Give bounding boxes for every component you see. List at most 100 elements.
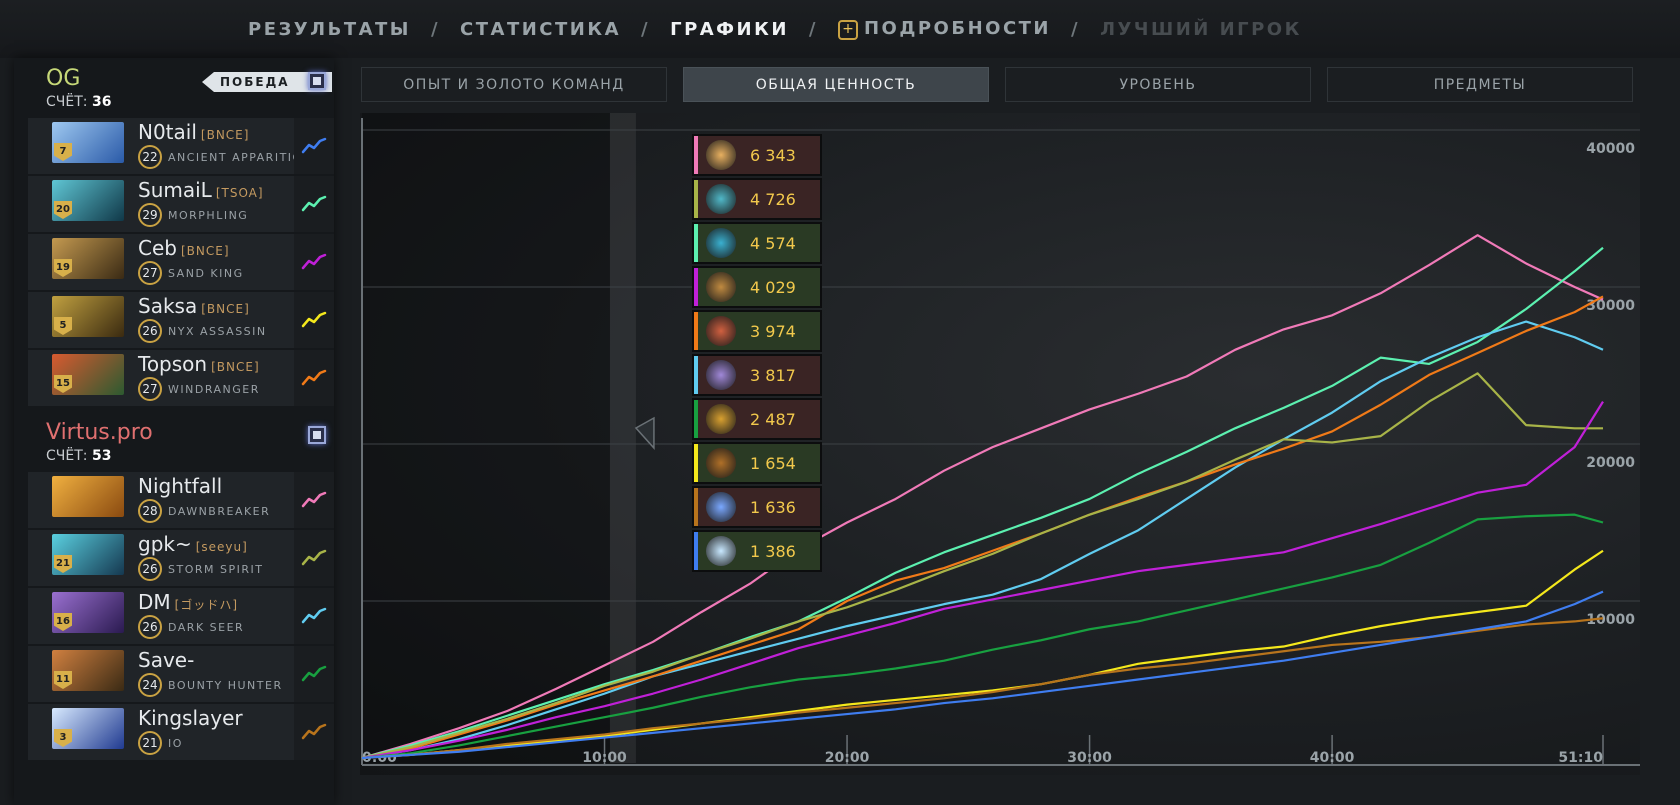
player-level: 27 — [138, 261, 162, 285]
player-row[interactable]: 5 Saksa [BNCE] 26 NYX ASSASSIN — [28, 292, 334, 348]
hero-portrait: 15 — [52, 354, 124, 395]
tooltip-value: 1 636 — [750, 497, 796, 517]
player-row[interactable]: 7 N0tail [BNCE] 22 ANCIENT APPARITION — [28, 118, 334, 174]
hero-portrait: 19 — [52, 238, 124, 279]
team-toggle-checkbox[interactable] — [308, 72, 326, 90]
player-row[interactable]: 21 gpk~ [seeyu] 26 STORM SPIRIT — [28, 530, 334, 586]
trend-line-icon — [301, 195, 327, 212]
trend-line-icon — [301, 549, 327, 566]
tooltip-value: 1 654 — [750, 453, 796, 473]
hero-portrait: 11 — [52, 650, 124, 691]
team-name: Virtus.pro — [46, 420, 153, 445]
subtab-team-xp-gold[interactable]: ОПЫТ И ЗОЛОТО КОМАНД — [361, 67, 667, 102]
trend-toggle[interactable] — [294, 118, 334, 174]
player-row[interactable]: 19 Ceb [BNCE] 27 SAND KING — [28, 234, 334, 290]
team-virtus-pro: Virtus.pro СЧЁТ: 53 Nightfall 28 DAWNBREAK… — [14, 412, 334, 760]
plus-icon: + — [837, 20, 858, 40]
player-tag: [BNCE] — [180, 244, 230, 258]
player-tag: [BNCE] — [201, 302, 250, 316]
player-tag: [ゴッドハ] — [174, 598, 239, 612]
player-name: Saksa [BNCE] — [138, 294, 250, 318]
trend-line-icon — [301, 253, 327, 270]
hero-name: MORPHLING — [168, 209, 249, 222]
trend-toggle[interactable] — [294, 588, 334, 644]
series-color-stripe — [694, 400, 698, 438]
portrait-level-badge: 3 — [54, 729, 72, 747]
tab-statistics[interactable]: СТАТИСТИКА — [460, 19, 621, 40]
tab-details-wrap[interactable]: + ПОДРОБНОСТИ — [837, 18, 1051, 40]
tab-results[interactable]: РЕЗУЛЬТАТЫ — [248, 19, 411, 40]
player-row[interactable]: 3 Kingslayer 21 IO — [28, 704, 334, 760]
trend-toggle[interactable] — [294, 176, 334, 232]
trend-line-icon — [301, 607, 327, 624]
series-color-stripe — [694, 180, 698, 218]
tooltip-row: 1 386 — [692, 530, 822, 572]
player-name: DM [ゴッドハ] — [138, 590, 239, 614]
hero-name: WINDRANGER — [168, 383, 260, 396]
player-level: 26 — [138, 557, 162, 581]
trend-toggle[interactable] — [294, 530, 334, 586]
trend-toggle[interactable] — [294, 234, 334, 290]
hero-portrait: 3 — [52, 708, 124, 749]
tab-details[interactable]: ПОДРОБНОСТИ — [864, 18, 1051, 39]
hero-name: SAND KING — [168, 267, 244, 280]
trend-toggle[interactable] — [294, 704, 334, 760]
hero-icon — [706, 316, 736, 346]
trend-toggle[interactable] — [294, 292, 334, 348]
portrait-level-badge: 19 — [54, 259, 72, 277]
series-color-stripe — [694, 224, 698, 262]
player-level: 26 — [138, 319, 162, 343]
hero-portrait: 16 — [52, 592, 124, 633]
hero-name: IO — [168, 737, 183, 750]
hero-icon — [706, 360, 736, 390]
nav-separator: / — [641, 18, 651, 40]
player-name: gpk~ [seeyu] — [138, 532, 248, 556]
portrait-level-badge: 20 — [54, 201, 72, 219]
player-row[interactable]: 15 Topson [BNCE] 27 WINDRANGER — [28, 350, 334, 406]
tooltip-row: 3 817 — [692, 354, 822, 396]
player-list: 7 N0tail [BNCE] 22 ANCIENT APPARITION 20 Sumai… — [14, 118, 334, 406]
trend-toggle[interactable] — [294, 350, 334, 406]
series-color-stripe — [694, 532, 698, 570]
tooltip-value: 1 386 — [750, 541, 796, 561]
tooltip-value: 4 029 — [750, 277, 796, 297]
chart-background — [360, 113, 1640, 775]
player-row[interactable]: 16 DM [ゴッドハ] 26 DARK SEER — [28, 588, 334, 644]
player-tag: [seeyu] — [195, 540, 248, 554]
tab-graphs[interactable]: ГРАФИКИ — [670, 19, 789, 40]
tooltip-row: 4 574 — [692, 222, 822, 264]
trend-line-icon — [301, 491, 327, 508]
team-header: Virtus.pro СЧЁТ: 53 — [14, 412, 334, 470]
player-name: Topson [BNCE] — [138, 352, 260, 376]
player-level: 24 — [138, 673, 162, 697]
team-header: OG СЧЁТ: 36 ПОБЕДА — [14, 58, 334, 116]
tooltip-value: 4 726 — [750, 189, 796, 209]
trend-toggle[interactable] — [294, 646, 334, 702]
player-tag: [BNCE] — [211, 360, 260, 374]
player-level: 27 — [138, 377, 162, 401]
tooltip-value: 2 487 — [750, 409, 796, 429]
subtab-items[interactable]: ПРЕДМЕТЫ — [1327, 67, 1633, 102]
player-name: SumaiL [TSOA] — [138, 178, 264, 202]
tooltip-value: 3 974 — [750, 321, 796, 341]
hero-icon — [706, 228, 736, 258]
player-row[interactable]: 20 SumaiL [TSOA] 29 MORPHLING — [28, 176, 334, 232]
team-toggle-checkbox[interactable] — [308, 426, 326, 444]
tooltip-row: 6 343 — [692, 134, 822, 176]
player-level: 28 — [138, 499, 162, 523]
trend-toggle[interactable] — [294, 472, 334, 528]
player-list: Nightfall 28 DAWNBREAKER 21 gpk~ [seeyu] 26 STO… — [14, 472, 334, 760]
hero-icon — [706, 492, 736, 522]
tooltip-row: 3 974 — [692, 310, 822, 352]
player-row[interactable]: 11 Save- 24 BOUNTY HUNTER — [28, 646, 334, 702]
hero-name: STORM SPIRIT — [168, 563, 264, 576]
subtab-net-worth[interactable]: ОБЩАЯ ЦЕННОСТЬ — [683, 67, 989, 102]
hero-icon — [706, 536, 736, 566]
hero-portrait: 5 — [52, 296, 124, 337]
player-tag: [BNCE] — [200, 128, 250, 142]
tab-best-player: ЛУЧШИЙ ИГРОК — [1100, 18, 1302, 40]
player-row[interactable]: Nightfall 28 DAWNBREAKER — [28, 472, 334, 528]
tooltip-value: 3 817 — [750, 365, 796, 385]
subtab-level[interactable]: УРОВЕНЬ — [1005, 67, 1311, 102]
trend-line-icon — [301, 137, 327, 154]
